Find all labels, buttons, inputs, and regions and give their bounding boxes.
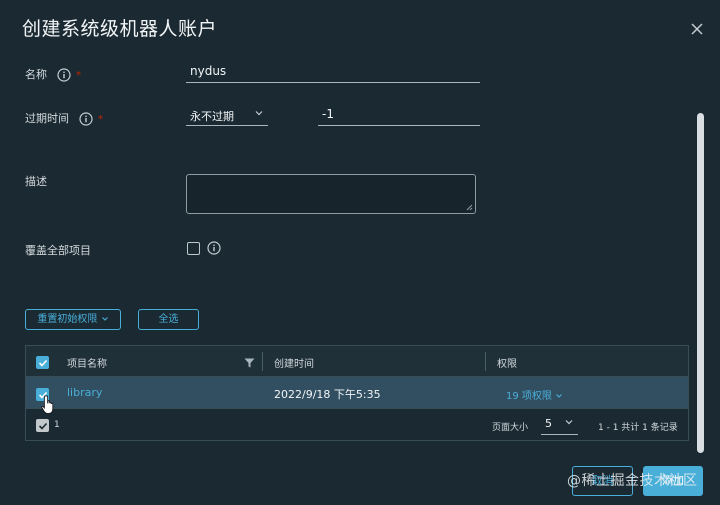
create-robot-account-dialog: 创建系统级机器人账户 名称 * nydus 过期时间 * 永不过期 -1 描述 xyxy=(0,0,720,505)
required-mark: * xyxy=(76,70,81,81)
pagination-summary: 1 - 1 共计 1 条记录 xyxy=(598,423,678,433)
resize-grip-icon[interactable] xyxy=(466,204,473,211)
name-label-row: 名称 * xyxy=(25,66,81,82)
chevron-down-icon xyxy=(101,317,108,321)
name-input[interactable]: nydus xyxy=(186,61,480,83)
description-label: 描述 xyxy=(25,175,47,188)
select-all-button[interactable]: 全选 xyxy=(138,309,199,330)
column-separator[interactable] xyxy=(262,352,263,371)
table-header: 项目名称 创建时间 权限 xyxy=(26,346,688,377)
column-separator[interactable] xyxy=(485,352,486,371)
dialog-title: 创建系统级机器人账户 xyxy=(22,18,218,40)
selected-count: 1 xyxy=(54,420,60,430)
expiration-label: 过期时间 xyxy=(25,112,69,125)
project-name-link[interactable]: library xyxy=(67,386,102,399)
close-icon[interactable] xyxy=(688,20,706,38)
check-icon xyxy=(38,422,48,430)
created-time-cell: 2022/9/18 下午5:35 xyxy=(274,388,381,401)
page-size-select[interactable]: 5 xyxy=(541,413,578,435)
reset-permissions-label: 重置初始权限 xyxy=(37,314,98,325)
column-permissions[interactable]: 权限 xyxy=(497,355,517,370)
chevron-down-icon xyxy=(565,420,573,425)
expiration-select[interactable]: 永不过期 xyxy=(186,104,268,126)
column-project-name[interactable]: 项目名称 xyxy=(67,355,107,370)
cover-all-label: 覆盖全部项目 xyxy=(25,244,91,257)
filter-icon[interactable] xyxy=(244,358,255,368)
column-created-time[interactable]: 创建时间 xyxy=(274,355,314,370)
chevron-down-icon xyxy=(255,111,263,116)
cover-all-checkbox[interactable] xyxy=(187,242,200,255)
page-size-value: 5 xyxy=(545,417,552,430)
info-icon[interactable] xyxy=(56,68,71,82)
table-footer: 1 页面大小 5 1 - 1 共计 1 条记录 xyxy=(26,410,688,441)
required-mark: * xyxy=(98,114,103,125)
chevron-down-icon xyxy=(556,394,562,398)
expiration-label-row: 过期时间 * xyxy=(25,110,103,126)
expiration-days-input[interactable]: -1 xyxy=(318,104,480,126)
permissions-dropdown[interactable]: 19 项权限 xyxy=(506,387,563,402)
info-icon[interactable] xyxy=(78,112,93,126)
table-row[interactable]: library 2022/9/18 下午5:35 19 项权限 xyxy=(26,377,688,409)
page-size-label: 页面大小 xyxy=(492,423,529,433)
description-textarea[interactable] xyxy=(186,174,476,214)
select-all-rows-checkbox[interactable] xyxy=(36,356,49,369)
hand-cursor-icon xyxy=(41,395,54,414)
name-label: 名称 xyxy=(25,68,47,81)
dialog-scrollbar[interactable] xyxy=(697,113,704,453)
reset-permissions-button[interactable]: 重置初始权限 xyxy=(25,309,121,330)
watermark-text: @稀土掘金技术社区 xyxy=(567,473,698,489)
expiration-select-value: 永不过期 xyxy=(190,110,234,123)
check-icon xyxy=(38,359,48,367)
selected-count-checkbox xyxy=(36,419,49,432)
permissions-count: 19 项权限 xyxy=(506,391,552,402)
project-permissions-table: 项目名称 创建时间 权限 library 2022/9/18 下午5:35 19… xyxy=(25,345,689,441)
info-icon[interactable] xyxy=(207,241,221,255)
